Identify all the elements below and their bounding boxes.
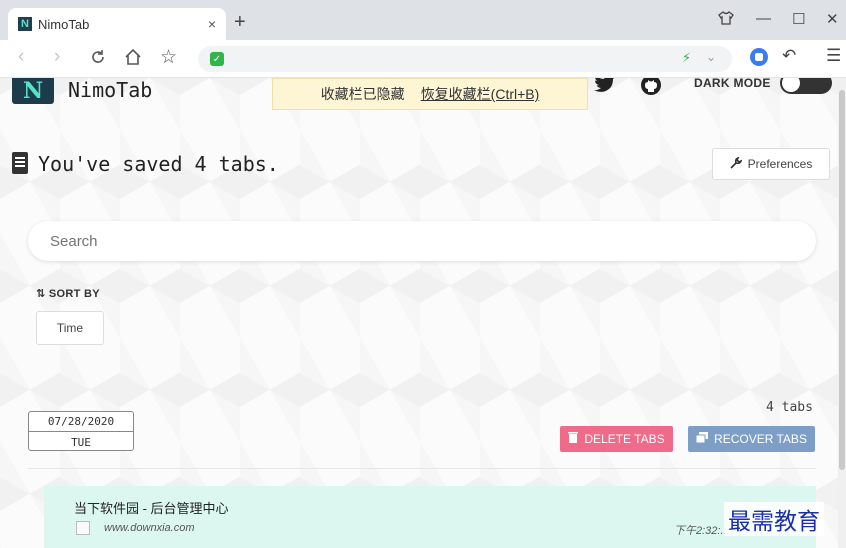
list-item[interactable]: 当下软件园 - 后台管理中心 www.downxia.com 下午2:32:..…: [44, 486, 816, 548]
close-window-button[interactable]: ✕: [826, 10, 839, 28]
bookmark-bar-notice: 收藏栏已隐藏 恢复收藏栏(Ctrl+B): [272, 78, 588, 110]
saved-tab-time: 下午2:32:...: [674, 525, 730, 537]
watermark: 最需教育: [724, 502, 824, 536]
sort-by-label: ⇅ SORT BY: [36, 288, 100, 300]
undo-icon[interactable]: ↶: [782, 46, 796, 66]
group-divider: [28, 468, 816, 469]
recover-tabs-label: RECOVER TABS: [714, 432, 807, 446]
group-date-value: 07/28/2020: [29, 412, 133, 432]
group-date: 07/28/2020 TUE: [28, 411, 134, 451]
browser-tab[interactable]: N NimoTab ×: [8, 8, 226, 40]
preferences-button[interactable]: Preferences: [712, 148, 830, 180]
bolt-icon[interactable]: ⚡: [682, 50, 691, 66]
search-input[interactable]: [28, 221, 816, 261]
shield-icon[interactable]: ✓: [210, 52, 224, 66]
close-tab-icon[interactable]: ×: [208, 16, 216, 32]
notebook-icon: [12, 152, 28, 174]
dark-mode-label: DARK MODE: [694, 78, 771, 90]
trash-icon: [568, 432, 579, 446]
delete-tabs-label: DELETE TABS: [584, 432, 665, 446]
chevron-down-icon[interactable]: ⌄: [706, 50, 716, 64]
sort-time-button[interactable]: Time: [36, 311, 104, 345]
shirt-icon[interactable]: [718, 10, 734, 30]
delete-tabs-button[interactable]: DELETE TABS: [560, 426, 673, 452]
wrench-icon: [730, 156, 743, 172]
saved-tabs-heading: You've saved 4 tabs.: [38, 152, 279, 176]
new-tab-button[interactable]: +: [234, 12, 246, 32]
nimotab-page: N NimoTab 收藏栏已隐藏 恢复收藏栏(Ctrl+B) DARK MODE…: [0, 78, 838, 548]
restore-bookmarks-link[interactable]: 恢复收藏栏(Ctrl+B): [421, 84, 540, 104]
preferences-label: Preferences: [747, 157, 813, 171]
copy-icon: [695, 432, 709, 446]
nimotab-logo: N: [12, 78, 54, 104]
browser-tab-bar: N NimoTab × + — ☐ ✕: [0, 0, 846, 40]
recover-tabs-button[interactable]: RECOVER TABS: [688, 426, 815, 452]
minimize-button[interactable]: —: [756, 10, 771, 27]
address-bar[interactable]: [198, 46, 732, 72]
menu-icon[interactable]: ☰: [826, 46, 841, 66]
browser-tab-title: NimoTab: [38, 16, 90, 32]
back-button[interactable]: ‹: [18, 46, 24, 68]
group-weekday: TUE: [71, 435, 91, 449]
github-icon[interactable]: [640, 78, 662, 102]
forward-button[interactable]: ›: [54, 46, 60, 68]
brand-name: NimoTab: [68, 78, 153, 102]
maximize-button[interactable]: ☐: [792, 10, 805, 28]
home-button[interactable]: [124, 46, 142, 72]
group-tab-count: 4 tabs: [766, 400, 813, 415]
nimotab-favicon-icon: N: [18, 17, 32, 31]
favicon-icon: [76, 521, 90, 535]
saved-tab-title[interactable]: 当下软件园 - 后台管理中心: [74, 498, 229, 517]
twitter-icon[interactable]: [594, 78, 616, 98]
dark-mode-toggle[interactable]: [780, 78, 832, 94]
bookmark-star-button[interactable]: ☆: [160, 46, 177, 69]
notice-text: 收藏栏已隐藏: [320, 86, 405, 102]
saved-tab-url: www.downxia.com: [104, 522, 195, 534]
reload-button[interactable]: [90, 46, 106, 71]
scrollbar-thumb[interactable]: [839, 90, 845, 470]
extension-icon[interactable]: [750, 48, 768, 66]
